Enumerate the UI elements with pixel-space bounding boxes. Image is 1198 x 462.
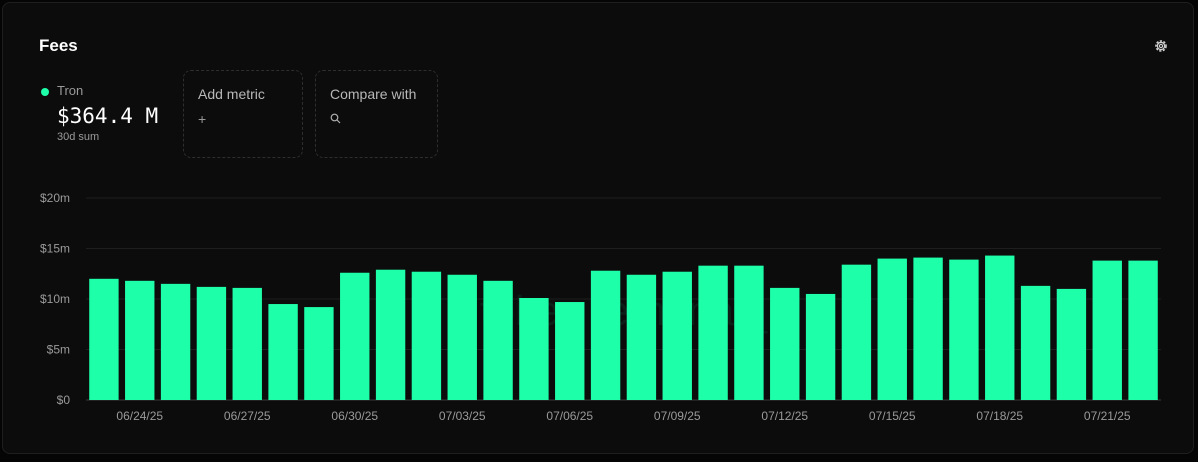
bar (483, 280, 513, 400)
bar (877, 258, 907, 400)
bar (447, 274, 477, 400)
bar (590, 270, 621, 400)
x-tick-label: 07/15/25 (869, 409, 916, 423)
bar (196, 286, 227, 400)
bar (770, 287, 800, 400)
bar (125, 280, 155, 400)
compare-with-button[interactable]: Compare with (315, 70, 438, 158)
metric-period: 30d sum (57, 131, 100, 143)
card-title: Fees (39, 36, 78, 55)
add-metric-label: Add metric (198, 86, 265, 102)
bar (949, 259, 979, 400)
metric-name: Tron (57, 83, 84, 98)
bar (1056, 288, 1087, 400)
x-tick-label: 07/06/25 (546, 409, 593, 423)
bar (555, 302, 585, 400)
bar (160, 283, 191, 400)
bar (985, 255, 1015, 400)
bar (89, 278, 119, 400)
add-metric-button[interactable]: Add metric + (183, 70, 303, 158)
y-tick-label: $0 (57, 393, 71, 407)
gear-icon[interactable] (1153, 38, 1169, 54)
metric-value: $364.4 M (57, 104, 159, 128)
series-color-dot (41, 88, 49, 96)
x-tick-label: 06/30/25 (331, 409, 378, 423)
bar (375, 269, 406, 400)
y-tick-label: $15m (40, 242, 70, 256)
y-tick-label: $5m (47, 343, 70, 357)
x-tick-label: 07/09/25 (654, 409, 701, 423)
bar (340, 272, 370, 400)
bar (662, 271, 692, 400)
bar (304, 307, 334, 400)
x-tick-label: 07/03/25 (439, 409, 486, 423)
bar (1092, 260, 1122, 400)
x-tick-label: 06/24/25 (116, 409, 163, 423)
bar (411, 271, 442, 400)
x-tick-label: 07/18/25 (976, 409, 1023, 423)
bar (1128, 260, 1158, 400)
fees-card: $0 $5m $10m $15m $20m token terminal_ 06/24/25… (2, 2, 1194, 454)
bar (268, 304, 298, 400)
bar (913, 257, 943, 400)
bar (841, 264, 872, 400)
bar (1020, 285, 1051, 400)
x-tick-label: 06/27/25 (224, 409, 271, 423)
x-tick-label: 07/12/25 (761, 409, 808, 423)
x-tick-label: 07/21/25 (1084, 409, 1131, 423)
plus-icon: + (198, 111, 207, 127)
y-tick-label: $10m (40, 292, 70, 306)
bar (734, 265, 764, 400)
bar (626, 274, 657, 400)
bar (519, 297, 549, 400)
fees-bar-chart: $0$5m$10m$15m$20mtoken terminal_06/24/25… (40, 191, 1161, 423)
compare-with-label: Compare with (330, 86, 417, 102)
bar (698, 265, 728, 400)
bar (805, 293, 836, 400)
search-icon (330, 113, 341, 124)
y-tick-label: $20m (40, 191, 70, 205)
bar (232, 287, 262, 400)
